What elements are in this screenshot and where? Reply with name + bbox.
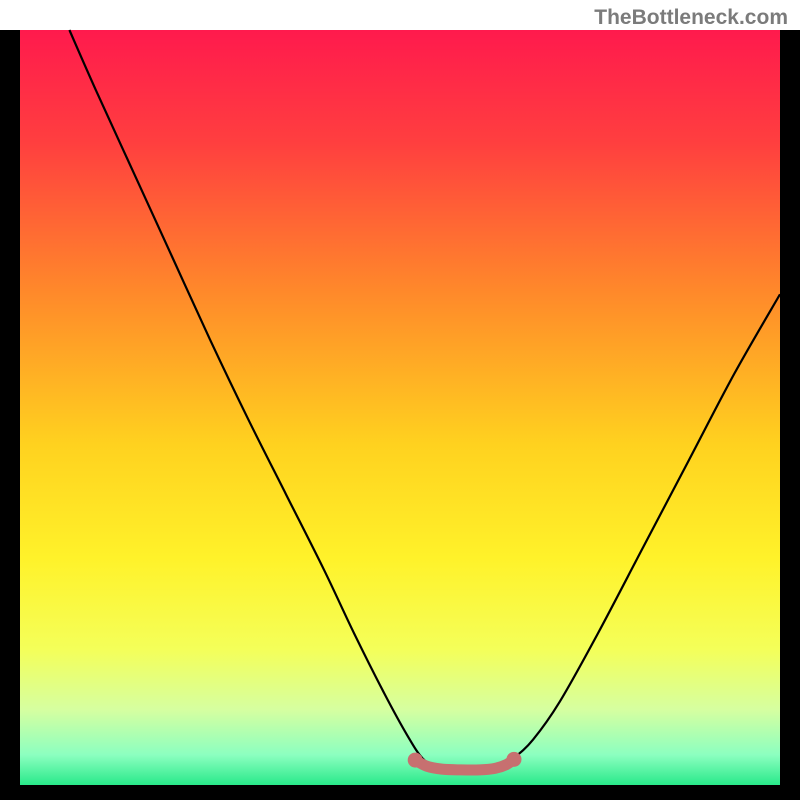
frame-bottom: [0, 785, 800, 800]
optimal-zone-end-left: [408, 753, 423, 768]
optimal-zone-end-right: [507, 752, 522, 767]
chart-container: TheBottleneck.com: [0, 0, 800, 800]
frame-right: [780, 30, 800, 800]
plot-background: [20, 30, 780, 785]
bottleneck-chart: [0, 0, 800, 800]
frame-left: [0, 30, 20, 800]
